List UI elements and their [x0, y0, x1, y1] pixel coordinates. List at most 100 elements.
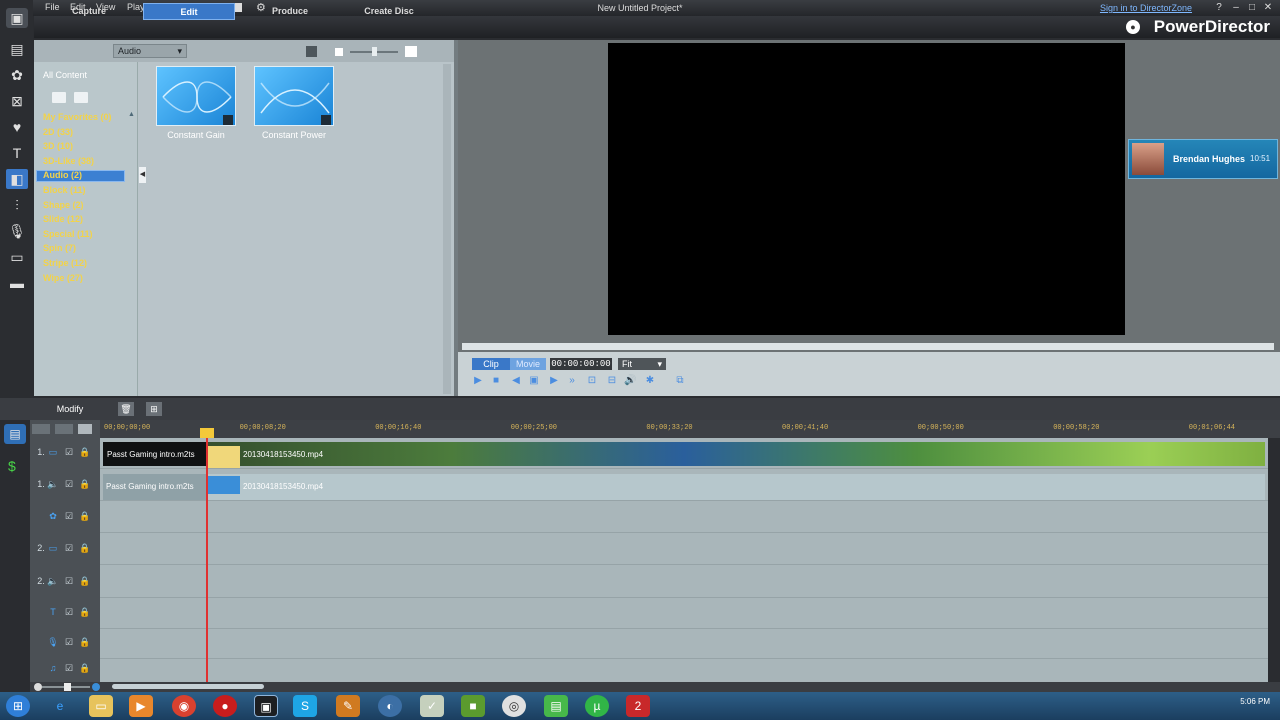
undock-icon[interactable]: ⧉ [674, 375, 686, 387]
skype-icon[interactable]: S [293, 695, 317, 717]
maximize-icon[interactable]: □ [1245, 2, 1259, 14]
minecraft-icon[interactable]: ■ [461, 695, 485, 717]
folder-icon[interactable]: f [74, 92, 88, 103]
effect-room-icon[interactable]: ✿ [6, 65, 28, 85]
track-enable-checkbox[interactable]: ☑ [62, 575, 76, 587]
track-header[interactable]: T ☑ 🔒 [36, 606, 98, 620]
voice-over-icon[interactable]: 🎙 [6, 221, 28, 241]
next-frame-icon[interactable]: ▶ [548, 375, 560, 387]
selected-audio-clip[interactable] [208, 476, 240, 494]
lock-icon[interactable]: 🔒 [78, 446, 92, 458]
volume-icon[interactable]: 🔊 [624, 375, 636, 387]
tree-scroll-up-icon[interactable]: ▲ [128, 111, 135, 118]
track-header[interactable]: 🎙 ☑ 🔒 [36, 636, 98, 650]
category-item[interactable]: 2D (33) [43, 127, 73, 137]
lock-icon[interactable]: 🔒 [78, 636, 92, 648]
audio-mixing-icon[interactable]: ⫶ [6, 195, 28, 215]
track-enable-checkbox[interactable]: ☑ [62, 510, 76, 522]
zoom-out-icon[interactable] [34, 683, 42, 691]
lock-ratio-icon[interactable]: ⊟ [606, 375, 618, 387]
track-header[interactable]: ♫ ☑ 🔒 [36, 662, 98, 676]
category-item[interactable]: Audio (2) [43, 170, 82, 180]
category-item[interactable]: Shape (2) [43, 200, 84, 210]
selected-clip-thumb[interactable] [208, 446, 240, 468]
minimize-icon[interactable]: – [1229, 2, 1243, 14]
lock-icon[interactable]: 🔒 [78, 510, 92, 522]
tab-create-disc[interactable]: Create Disc [356, 3, 422, 20]
notepad-icon[interactable]: ✓ [420, 695, 444, 717]
recorder-icon[interactable]: ● [213, 695, 237, 717]
signin-link[interactable]: Sign in to DirectorZone [1100, 3, 1192, 13]
scrollbar-thumb[interactable] [112, 684, 264, 689]
track-header[interactable]: 1. 🔈 ☑ 🔒 [36, 478, 98, 492]
timeline-mode-icon[interactable]: ▤ [4, 424, 26, 444]
title-room-icon[interactable]: T [6, 143, 28, 163]
movie-mode-button[interactable]: Movie [510, 358, 546, 370]
marker-icon[interactable] [78, 424, 92, 434]
delete-icon[interactable]: 🗑 [118, 402, 134, 416]
stop-icon[interactable]: ■ [490, 375, 502, 387]
track-header[interactable]: ✿ ☑ 🔒 [36, 510, 98, 524]
collapse-tree-icon[interactable]: ◀ [139, 167, 146, 183]
category-item[interactable]: Spin (7) [43, 243, 76, 253]
category-item[interactable]: Block (11) [43, 185, 86, 195]
track-enable-checkbox[interactable]: ☑ [62, 662, 76, 674]
track-header[interactable]: 1. ▭ ☑ 🔒 [36, 446, 98, 460]
library-scrollbar[interactable] [443, 64, 451, 394]
tab-capture[interactable]: Capture [60, 3, 118, 20]
fix-enhance-icon[interactable]: $ [8, 458, 16, 474]
category-item[interactable]: My Favorites (0) [43, 112, 112, 122]
zoom-handle[interactable] [64, 683, 71, 691]
track-enable-checkbox[interactable]: ☑ [62, 636, 76, 648]
track-header[interactable]: 2. ▭ ☑ 🔒 [36, 542, 98, 556]
track-enable-checkbox[interactable]: ☑ [62, 542, 76, 554]
video-app-icon[interactable]: ▤ [544, 695, 568, 717]
help-icon[interactable]: ? [1212, 2, 1226, 14]
category-item[interactable]: Wipe (27) [43, 273, 83, 283]
track-enable-checkbox[interactable]: ☑ [62, 446, 76, 458]
utorrent-icon[interactable]: µ [585, 695, 609, 717]
track-header[interactable]: 2. 🔈 ☑ 🔒 [36, 575, 98, 589]
media-player-icon[interactable]: ▶ [129, 695, 153, 717]
timecode-display[interactable]: 00:00:00:00 [550, 358, 612, 370]
track-enable-checkbox[interactable]: ☑ [62, 606, 76, 618]
subtitle-room-icon[interactable]: ▬ [6, 273, 28, 293]
playhead-line[interactable] [206, 428, 208, 682]
all-content-label[interactable]: All Content [43, 70, 87, 80]
lock-icon[interactable]: 🔒 [78, 478, 92, 490]
clip-mode-button[interactable]: Clip [472, 358, 510, 370]
thumb-constant-power[interactable] [254, 66, 334, 126]
capture-frame-icon[interactable]: ⊡ [586, 375, 598, 387]
start-button-icon[interactable]: ⊞ [6, 695, 30, 717]
tab-edit[interactable]: Edit [143, 3, 235, 20]
thumb-size-handle[interactable] [372, 47, 377, 56]
3d-icon[interactable]: ✱ [644, 375, 656, 387]
preview-seekbar[interactable] [462, 343, 1274, 350]
tab-produce[interactable]: Produce [262, 3, 318, 20]
steam-icon[interactable]: ◐ [378, 695, 402, 717]
track-enable-checkbox[interactable]: ☑ [62, 478, 76, 490]
chrome-icon[interactable]: ◉ [172, 695, 196, 717]
lock-icon[interactable]: 🔒 [78, 606, 92, 618]
playhead-handle[interactable] [200, 428, 214, 438]
add-folder-icon[interactable]: f [52, 92, 66, 103]
category-item[interactable]: 3D-Like (38) [43, 156, 94, 166]
fit-select[interactable]: Fit ▾ [618, 358, 666, 370]
snapshot-preview-icon[interactable]: ▣ [528, 375, 540, 387]
media-room-icon[interactable]: ▤ [6, 39, 28, 59]
zoom-in-icon[interactable] [92, 683, 100, 691]
particle-room-icon[interactable]: ♥ [6, 117, 28, 137]
transition-room-icon[interactable]: ◧ [6, 169, 28, 189]
track-manager-icon[interactable] [32, 424, 50, 434]
origin-icon[interactable]: ◎ [502, 695, 526, 717]
category-item[interactable]: Special (11) [43, 229, 93, 239]
app-2-icon[interactable]: 2 [626, 695, 650, 717]
ie-icon[interactable]: e [48, 695, 72, 717]
grid-view-icon[interactable] [306, 46, 317, 57]
pip-room-icon[interactable]: ⊠ [6, 91, 28, 111]
lock-icon[interactable]: 🔒 [78, 542, 92, 554]
category-item[interactable]: 3D (10) [43, 141, 73, 151]
keyframe-icon[interactable]: ⊞ [146, 402, 162, 416]
storyboard-icon[interactable] [55, 424, 73, 434]
prev-frame-icon[interactable]: ◀ [510, 375, 522, 387]
